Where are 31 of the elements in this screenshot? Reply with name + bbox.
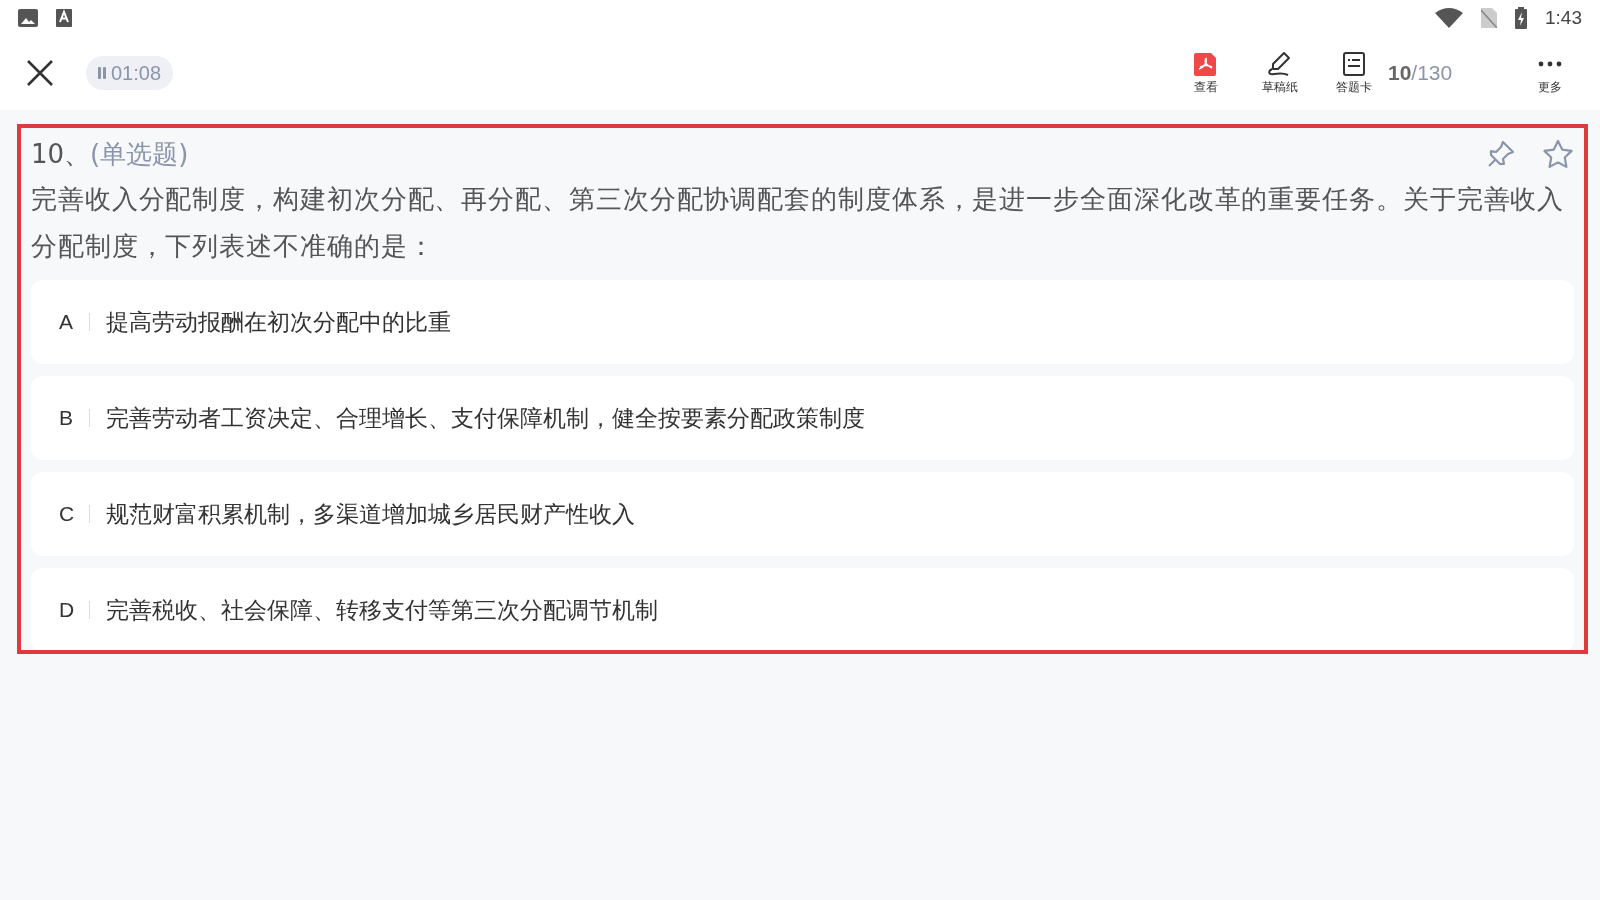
image-icon (18, 9, 38, 27)
font-icon (56, 9, 72, 27)
option-text: 提高劳动报酬在初次分配中的比重 (106, 307, 451, 337)
answer-option[interactable]: A 提高劳动报酬在初次分配中的比重 (31, 280, 1574, 364)
no-sim-icon (1481, 8, 1497, 28)
answer-option[interactable]: D 完善税收、社会保障、转移支付等第三次分配调节机制 (31, 568, 1574, 650)
option-letter: D (59, 598, 76, 622)
question-text: 完善收入分配制度，构建初次分配、再分配、第三次分配协调配套的制度体系，是进一步全面深化改革的重要任务。关于完善收入分配制度，下列表述不准确的是： (31, 183, 1566, 263)
more-button[interactable]: 更多 (1520, 50, 1580, 96)
star-button[interactable] (1542, 139, 1574, 169)
toolbar-button[interactable]: 草稿纸 (1250, 50, 1310, 96)
answer-option[interactable]: C 规范财富积累机制，多渠道增加城乡居民财产性收入 (31, 472, 1574, 556)
clock-time: 1:43 (1545, 7, 1582, 29)
answer-option[interactable]: B 完善劳动者工资决定、合理增长、支付保障机制，健全按要素分配政策制度 (31, 376, 1574, 460)
pin-button[interactable] (1486, 139, 1516, 169)
option-text: 完善税收、社会保障、转移支付等第三次分配调节机制 (106, 595, 658, 625)
toolbar-button[interactable]: 答题卡 (1324, 50, 1384, 96)
document-icon (1193, 50, 1219, 77)
option-text: 完善劳动者工资决定、合理增长、支付保障机制，健全按要素分配政策制度 (106, 403, 865, 433)
option-letter: C (59, 502, 76, 526)
option-letter: B (59, 406, 74, 430)
list-card-icon (1342, 50, 1366, 77)
wifi-icon (1435, 8, 1463, 28)
option-text: 规范财富积累机制，多渠道增加城乡居民财产性收入 (106, 499, 635, 529)
more-icon (1537, 60, 1563, 67)
battery-icon (1515, 7, 1527, 29)
pause-icon (98, 67, 106, 79)
question-number: 10、 (31, 137, 91, 171)
option-letter: A (59, 310, 74, 334)
question-type: (单选题) (90, 137, 189, 171)
toolbar-button[interactable]: 查看 (1176, 50, 1236, 96)
